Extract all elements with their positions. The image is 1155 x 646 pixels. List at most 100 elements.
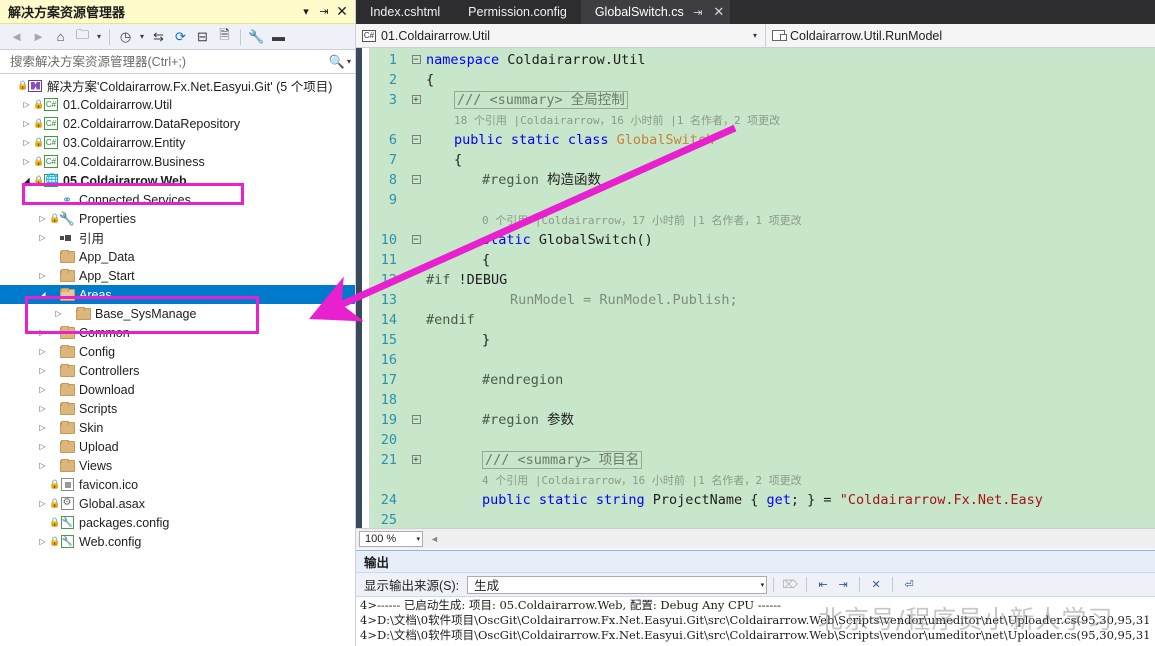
expander-icon[interactable]: ▷ — [20, 138, 33, 147]
scroll-left-icon[interactable]: ◄ — [427, 534, 442, 544]
collapse-glyph-icon[interactable]: − — [412, 135, 421, 144]
pending-changes-caret-icon[interactable]: ▾ — [137, 32, 147, 41]
codelens-annotation[interactable]: 4 个引用 |Coldairarrow，16 小时前 |1 名作者，2 项更改 — [426, 474, 802, 487]
code-editor[interactable]: 1−namespace Coldairarrow.Util2{3+/// <su… — [356, 48, 1155, 528]
tree-item[interactable]: ▷🔒C#01.Coldairarrow.Util — [0, 95, 355, 114]
editor-tab[interactable]: GlobalSwitch.cs⇥✕ — [581, 0, 730, 24]
search-box[interactable]: 🔍 ▾ — [0, 50, 355, 74]
zoom-level-select[interactable]: 100 % ▾ — [359, 531, 423, 547]
back-icon[interactable]: ◄ — [6, 26, 27, 47]
tree-item[interactable]: ◢Areas — [0, 285, 355, 304]
clear-all-icon[interactable]: ✕ — [866, 576, 886, 594]
collapse-glyph-icon[interactable]: − — [412, 235, 421, 244]
search-icon[interactable]: 🔍 — [327, 54, 347, 70]
collapse-all-icon[interactable]: ⊟ — [192, 26, 213, 47]
output-source-select[interactable]: 生成 ▾ — [467, 576, 767, 594]
expander-icon[interactable]: ▷ — [36, 537, 49, 546]
home-icon[interactable]: ⌂ — [50, 26, 71, 47]
expand-glyph-icon[interactable]: + — [412, 455, 421, 464]
tree-item[interactable]: ▷Upload — [0, 437, 355, 456]
properties-icon[interactable]: 🗎 — [214, 26, 235, 47]
expander-icon[interactable]: ▷ — [36, 385, 49, 394]
pin-icon[interactable]: ⇥ — [315, 3, 333, 21]
tree-item[interactable]: ▷🔒C#02.Coldairarrow.DataRepository — [0, 114, 355, 133]
tree-item[interactable]: ▷Base_SysManage — [0, 304, 355, 323]
collapse-glyph-icon[interactable]: − — [412, 415, 421, 424]
expander-icon[interactable]: ▷ — [36, 423, 49, 432]
close-icon[interactable]: ✕ — [333, 3, 351, 21]
expander-icon[interactable]: ▷ — [20, 157, 33, 166]
expander-icon[interactable]: ▷ — [36, 404, 49, 413]
output-panel-toolbar: 显示输出来源(S): 生成 ▾ ⌦ ⇤ ⇥ ✕ ⏎ — [356, 573, 1155, 597]
dropdown-icon[interactable]: ▾ — [297, 3, 315, 21]
clear-output-icon[interactable]: ⌦ — [780, 576, 800, 594]
tree-item[interactable]: ▷Skin — [0, 418, 355, 437]
expander-icon[interactable]: ▷ — [36, 271, 49, 280]
codelens-annotation[interactable]: 0 个引用 |Coldairarrow，17 小时前 |1 名作者，1 项更改 — [426, 214, 802, 227]
tree-item[interactable]: App_Data — [0, 247, 355, 266]
tree-item[interactable]: ◢🔒05.Coldairarrow.Web — [0, 171, 355, 190]
tree-item[interactable]: ▷🔒Global.asax — [0, 494, 355, 513]
refresh-icon[interactable]: ⟳ — [170, 26, 191, 47]
editor-tab[interactable]: Permission.config — [454, 0, 581, 24]
tree-item[interactable]: ▷🔒🔧Properties — [0, 209, 355, 228]
tree-item[interactable]: 🔒解决方案'Coldairarrow.Fx.Net.Easyui.Git' (5… — [0, 76, 355, 95]
project-dropdown[interactable]: C# 01.Coldairarrow.Util ▾ — [356, 24, 766, 47]
expander-icon[interactable]: ▷ — [36, 214, 49, 223]
forward-icon[interactable]: ► — [28, 26, 49, 47]
close-tab-icon[interactable]: ✕ — [712, 4, 726, 20]
chevron-down-icon[interactable]: ▾ — [761, 581, 765, 589]
expander-icon[interactable]: ▷ — [36, 328, 49, 337]
expander-icon[interactable]: ▷ — [20, 100, 33, 109]
search-options-caret-icon[interactable]: ▾ — [347, 57, 351, 66]
output-text[interactable]: 4>------ 已启动生成: 项目: 05.Coldairarrow.Web,… — [356, 597, 1155, 646]
search-input[interactable] — [8, 54, 327, 70]
pin-tab-icon[interactable]: ⇥ — [692, 6, 704, 19]
toggle-wrap-icon[interactable]: ⇥ — [833, 576, 853, 594]
chevron-down-icon[interactable]: ▾ — [749, 31, 761, 40]
code-content[interactable]: 1−namespace Coldairarrow.Util2{3+/// <su… — [370, 48, 1155, 528]
expander-icon[interactable]: ◢ — [20, 176, 33, 185]
collapse-glyph-icon[interactable]: − — [412, 55, 421, 64]
find-icon[interactable]: ⏎ — [899, 576, 919, 594]
tree-item[interactable]: ▷App_Start — [0, 266, 355, 285]
new-folder-caret-icon[interactable]: ▾ — [94, 32, 104, 41]
preview-icon[interactable]: ▬ — [268, 26, 289, 47]
pending-changes-icon[interactable]: ◷ — [115, 26, 136, 47]
tree-item[interactable]: ▷Common — [0, 323, 355, 342]
member-dropdown[interactable]: Coldairarrow.Util.RunModel — [766, 24, 1155, 47]
tree-item[interactable]: ▷Controllers — [0, 361, 355, 380]
tree-item[interactable]: 🔒favicon.ico — [0, 475, 355, 494]
expander-icon[interactable]: ◢ — [36, 290, 49, 299]
editor-tab[interactable]: Index.cshtml — [356, 0, 454, 24]
sync-icon[interactable]: ⇆ — [148, 26, 169, 47]
expander-icon[interactable]: ▷ — [36, 461, 49, 470]
code-token: namespace — [426, 52, 507, 68]
tree-item[interactable]: ▷🔒C#04.Coldairarrow.Business — [0, 152, 355, 171]
tree-item[interactable]: ▷Download — [0, 380, 355, 399]
expand-glyph-icon[interactable]: + — [412, 95, 421, 104]
expander-icon[interactable]: ▷ — [36, 366, 49, 375]
word-wrap-icon[interactable]: ⇤ — [813, 576, 833, 594]
expander-icon[interactable]: ▷ — [20, 119, 33, 128]
new-folder-icon[interactable]: 🗀 — [72, 26, 93, 47]
expander-icon[interactable]: ▷ — [36, 233, 49, 242]
tree-item[interactable]: ▷🔒C#03.Coldairarrow.Entity — [0, 133, 355, 152]
collapse-glyph-icon[interactable]: − — [412, 175, 421, 184]
tree-item[interactable]: 🔒packages.config — [0, 513, 355, 532]
chevron-down-icon[interactable]: ▾ — [416, 535, 420, 543]
expander-icon[interactable]: ▷ — [36, 347, 49, 356]
expander-icon[interactable]: ▷ — [36, 442, 49, 451]
expander-icon[interactable]: ▷ — [36, 499, 49, 508]
tree-item[interactable]: ▷引用 — [0, 228, 355, 247]
tree-item[interactable]: ▷🔒Web.config — [0, 532, 355, 551]
codelens-annotation[interactable]: 18 个引用 |Coldairarrow，16 小时前 |1 名作者，2 项更改 — [426, 114, 780, 127]
code-token: #region — [482, 412, 547, 428]
tree-item[interactable]: ▷Config — [0, 342, 355, 361]
tree-item[interactable]: ⚭Connected Services — [0, 190, 355, 209]
show-all-files-icon[interactable]: 🔧 — [246, 26, 267, 47]
expander-icon[interactable]: ▷ — [52, 309, 65, 318]
tree-item[interactable]: ▷Scripts — [0, 399, 355, 418]
tree-item[interactable]: ▷Views — [0, 456, 355, 475]
horizontal-scrollbar[interactable]: ◄ — [427, 532, 1155, 546]
